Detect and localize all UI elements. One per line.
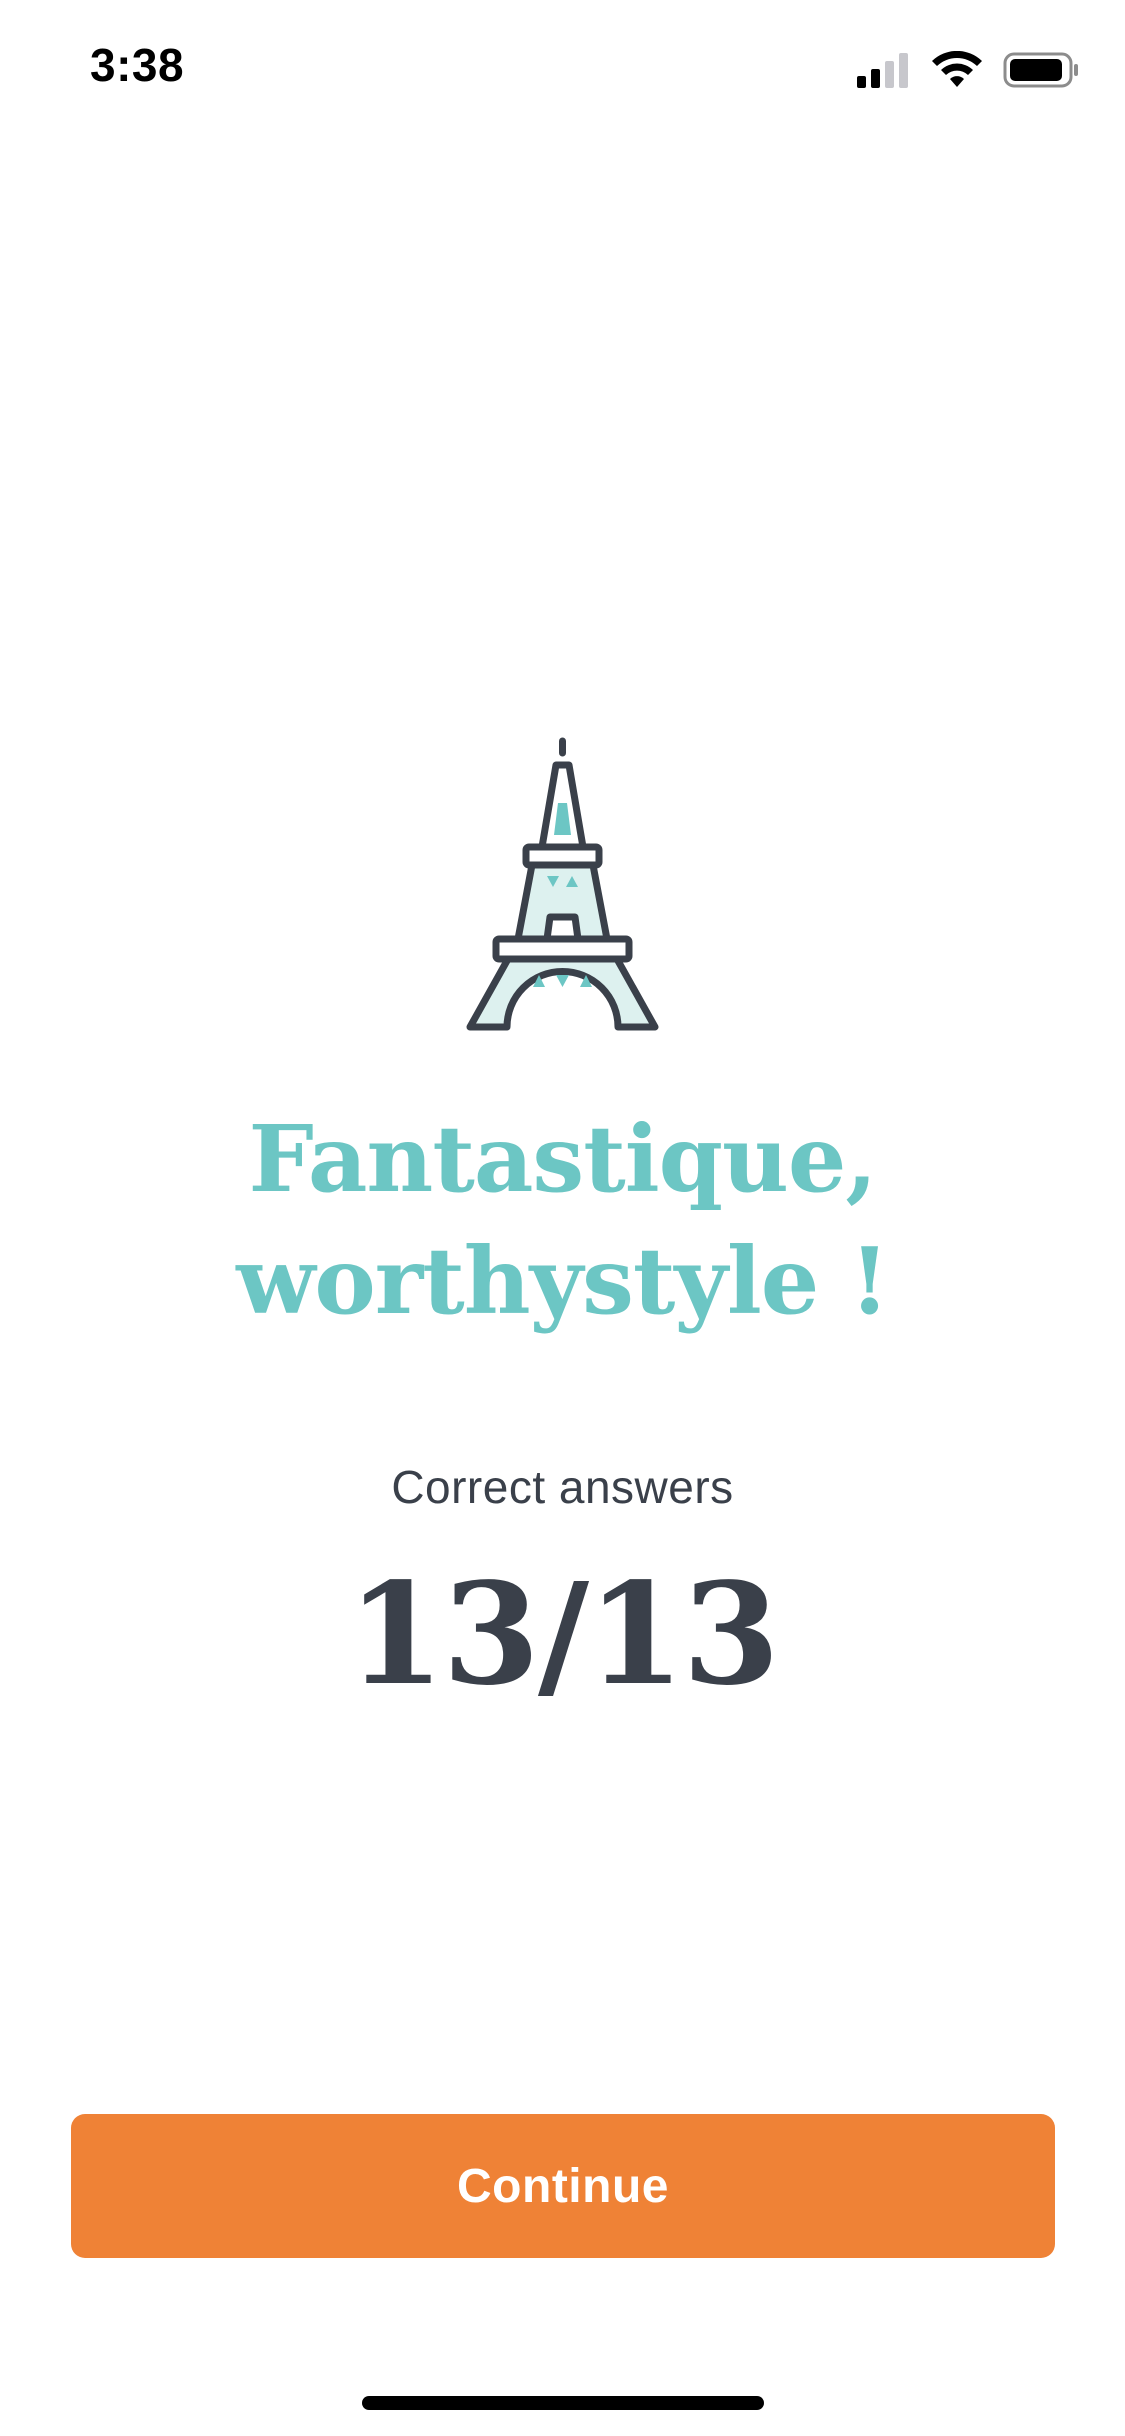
battery-icon — [1003, 51, 1081, 89]
result-headline: Fantastique, worthystyle ! — [0, 1098, 1125, 1342]
status-bar: 3:38 — [0, 0, 1125, 140]
continue-button[interactable]: Continue — [71, 2114, 1055, 2258]
wifi-icon — [931, 51, 983, 89]
score-label: Correct answers — [391, 1461, 734, 1513]
eiffel-tower-icon — [460, 735, 665, 1035]
cellular-signal-icon — [855, 52, 911, 88]
status-icons — [855, 48, 1081, 92]
headline-line-1: Fantastique, — [248, 1105, 878, 1213]
status-time: 3:38 — [90, 39, 185, 91]
score-value: 13/13 — [347, 1553, 780, 1717]
headline-line-2: worthystyle ! — [236, 1227, 890, 1335]
home-indicator[interactable] — [362, 2396, 764, 2410]
